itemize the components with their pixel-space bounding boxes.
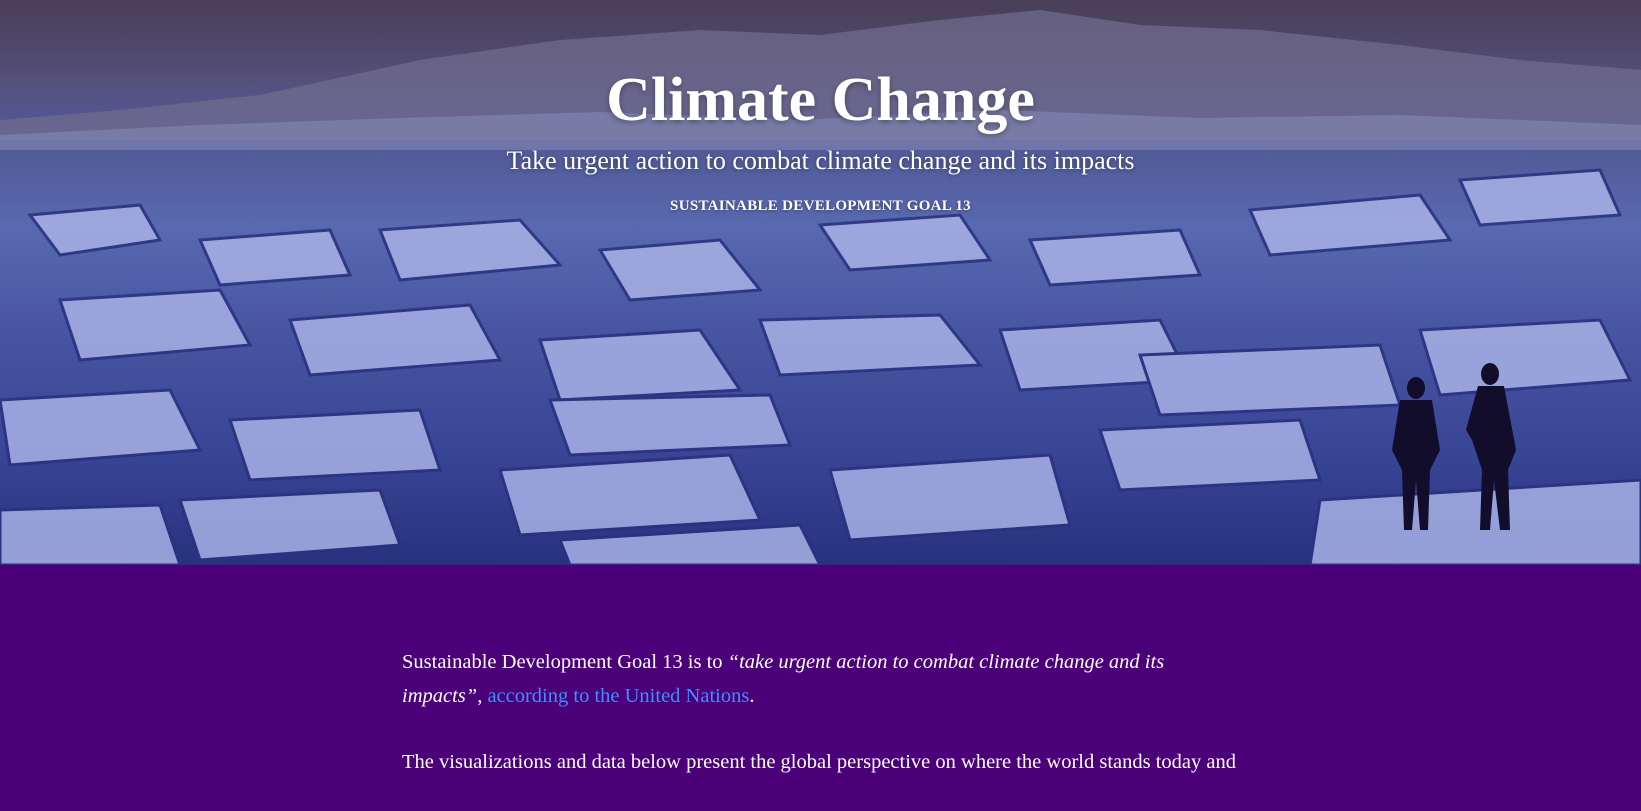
intro-prefix: Sustainable Development Goal 13 is to: [402, 651, 728, 673]
intro-comma: ,: [477, 685, 488, 707]
intro-suffix: .: [749, 685, 755, 707]
goal-label: SUSTAINABLE DEVELOPMENT GOAL 13: [670, 198, 971, 214]
hero-text: Climate Change Take urgent action to com…: [0, 0, 1641, 215]
page-title: Climate Change: [606, 66, 1035, 134]
un-source-link[interactable]: according to the United Nations: [487, 685, 749, 707]
visualizations-paragraph: The visualizations and data below presen…: [402, 751, 1236, 773]
page-subtitle: Take urgent action to combat climate cha…: [506, 146, 1135, 175]
intro-paragraph: Sustainable Development Goal 13 is to “t…: [402, 645, 1242, 713]
hero-banner: Climate Change Take urgent action to com…: [0, 0, 1641, 565]
intro-content: Sustainable Development Goal 13 is to “t…: [402, 645, 1242, 811]
